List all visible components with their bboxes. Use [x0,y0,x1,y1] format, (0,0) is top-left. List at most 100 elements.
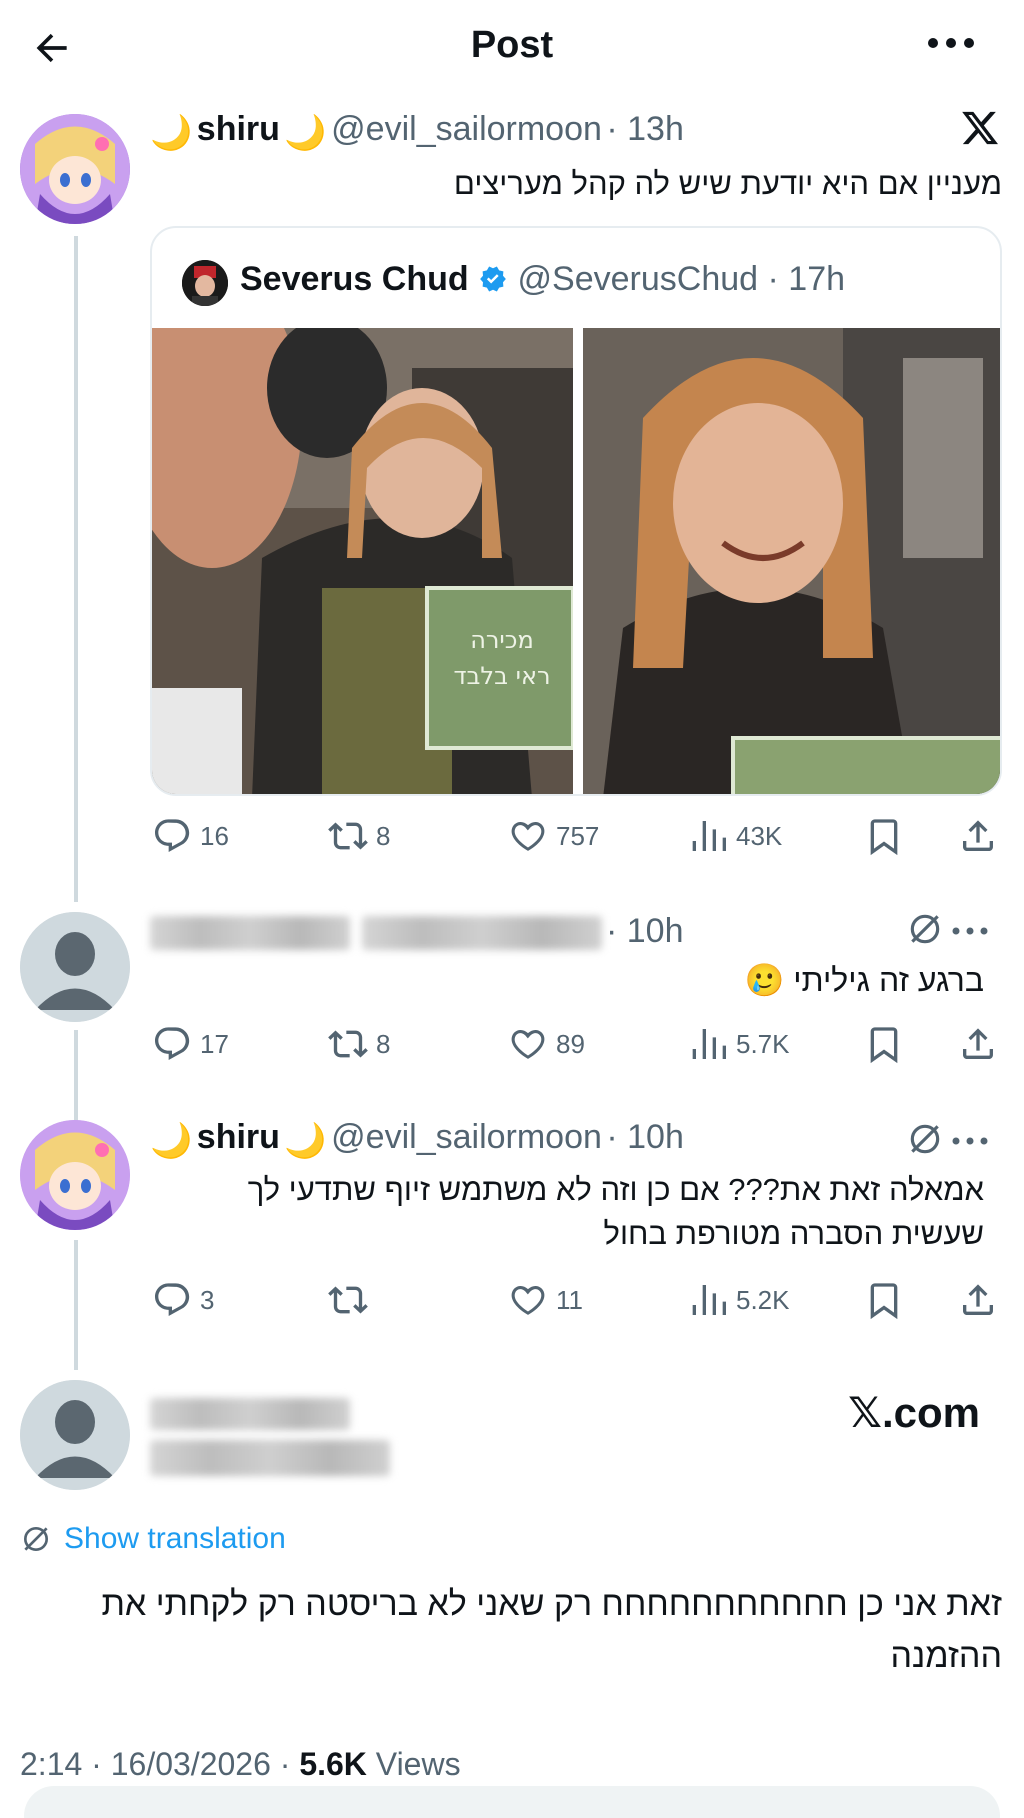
show-translation-label[interactable]: Show translation [64,1522,286,1556]
post-timestamp[interactable]: 2:14 · 16/03/2026 · [20,1746,290,1782]
anime-avatar-image [20,114,130,224]
barista-photo-left: מכירה ראי בלבד [152,328,573,794]
views-icon [692,1029,726,1059]
translate-icon [24,1527,48,1551]
translate-button[interactable] [906,910,944,953]
sign-text: מכירה [470,626,534,654]
display-name[interactable]: shiru [197,1118,280,1156]
focused-reply-text: זאת אני כן חחחחחחחחחחח רק שאני לא בריסטה… [20,1578,1002,1682]
bookmark-button[interactable] [864,1024,904,1064]
quote-timestamp: · 17h [767,260,846,298]
blurred-name [150,1398,350,1430]
more-button[interactable] [926,36,976,58]
verified-icon [480,266,506,292]
views-button[interactable]: 5.2K [688,1280,790,1320]
page-title: Post [470,24,554,66]
post-meta: 2:14 · 16/03/2026 · 5.6K Views [20,1746,461,1783]
share-button[interactable] [958,816,998,856]
more-button[interactable] [950,916,990,951]
bookmark-icon [870,1283,898,1320]
reply-icon [155,819,190,852]
views-count: 5.2K [736,1284,790,1315]
views-icon [692,1285,726,1315]
media-image-right[interactable] [583,328,1000,794]
timestamp[interactable]: · 10h [606,1118,684,1156]
reply-header: 🌙 shiru 🌙 @evil_sailormoon · 10h [150,1118,684,1161]
quote-avatar[interactable] [182,260,228,306]
more-button[interactable] [950,1126,990,1161]
top-bar: Post [0,0,1024,100]
reply-button[interactable]: 16 [152,816,229,856]
share-icon [963,1284,993,1315]
quote-media: מכירה ראי בלבד [152,328,1000,794]
display-name[interactable]: shiru [197,110,280,148]
reply-icon [155,1027,190,1060]
views-button[interactable]: 5.7K [688,1024,790,1064]
bookmark-button[interactable] [864,816,904,856]
views-count: 43K [736,820,783,851]
repost-button[interactable] [328,1280,376,1320]
x-logo-icon [962,111,998,145]
reply-text: אמאלה זאת את??? אם כן וזה לא משתמש זיוף … [150,1168,984,1256]
emoji: 🥲 [744,962,785,998]
reply-text-line: אמאלה זאת את??? אם כן וזה לא משתמש זיוף … [247,1172,984,1207]
repost-button[interactable]: 8 [328,816,390,856]
like-button[interactable]: 757 [508,816,599,856]
show-translation-link[interactable]: Show translation [20,1522,286,1556]
post-text: מעניין אם היא יודעת שיש לה קהל מעריצים [453,166,1002,201]
more-icon [952,1137,988,1145]
focused-reply-text-line: זאת אני כן חחחחחחחחחחח רק שאני לא בריסטה… [101,1585,1002,1623]
reply-button[interactable]: 3 [152,1280,214,1320]
quote-display-name[interactable]: Severus Chud [240,260,469,298]
views-button[interactable]: 43K [688,816,782,856]
share-button[interactable] [958,1280,998,1320]
avatar[interactable] [20,1120,130,1230]
repost-count: 8 [376,1028,391,1059]
avatar[interactable] [20,114,130,224]
like-count: 757 [556,820,600,851]
views-count: 5.7K [736,1028,790,1059]
repost-button[interactable]: 8 [328,1024,390,1064]
quote-handle[interactable]: @SeverusChud [518,260,759,298]
repost-icon [328,822,368,850]
avatar[interactable] [20,912,130,1022]
barista-photo-right [583,328,1000,794]
quote-header: Severus Chud @SeverusChud · 17h [240,260,845,299]
quote-avatar-image [182,260,228,306]
reply-count: 16 [200,820,229,851]
default-avatar-icon [20,912,130,1022]
x-com-watermark: 𝕏.com [848,1389,980,1436]
share-button[interactable] [958,1024,998,1064]
reply-text: ברגע זה גיליתי 🥲 [150,958,984,1002]
timestamp[interactable]: · 10h [606,912,684,951]
x-logo-button[interactable] [960,108,1000,153]
like-count: 11 [556,1284,583,1315]
handle[interactable]: @evil_sailormoon [331,110,602,148]
translate-button[interactable] [906,1120,944,1163]
bookmark-button[interactable] [864,1280,904,1320]
bookmark-icon [870,819,898,856]
more-icon [952,927,988,935]
quoted-post[interactable]: Severus Chud @SeverusChud · 17h מכירה רא… [150,226,1002,796]
moon-emoji: 🌙 [150,114,193,152]
like-button[interactable]: 89 [508,1024,585,1064]
thread-line [74,236,78,902]
default-avatar-icon [20,1380,130,1490]
avatar[interactable] [20,1380,130,1490]
reply-text-line: שעשית הסברה מטורפת בחול [603,1216,984,1251]
reply-count: 17 [200,1028,229,1059]
views-icon [692,821,726,851]
like-button[interactable]: 11 [508,1280,583,1320]
blurred-name [150,916,350,950]
timestamp[interactable]: · 13h [606,110,684,148]
handle[interactable]: @evil_sailormoon [331,1118,602,1156]
share-icon [963,1028,993,1059]
share-icon [963,820,993,851]
reply-composer[interactable] [24,1786,1000,1818]
focused-reply-text-line: ההזמנה [890,1637,1002,1675]
reply-button[interactable]: 17 [152,1024,229,1064]
like-icon [511,1285,545,1315]
views-label: Views [375,1746,461,1782]
media-image-left[interactable]: מכירה ראי בלבד [152,328,573,794]
repost-icon [328,1286,368,1314]
